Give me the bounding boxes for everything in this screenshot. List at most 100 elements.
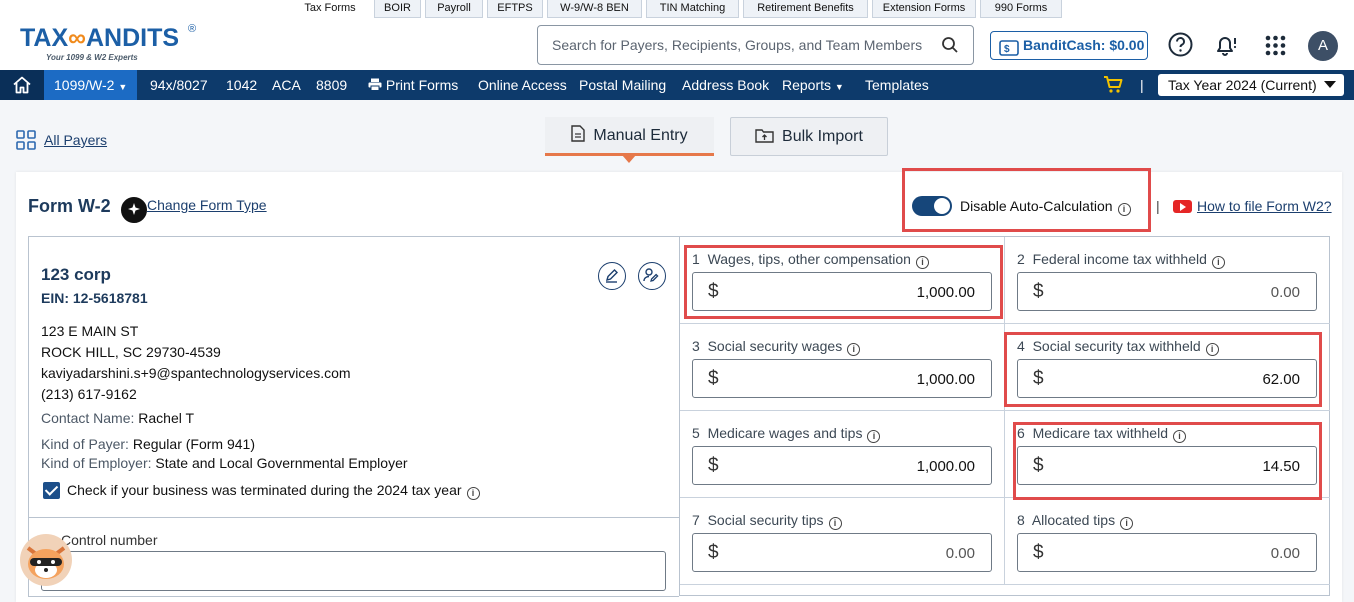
mascot-assistant-icon[interactable]: [20, 534, 72, 586]
tab-tax-forms[interactable]: Tax Forms: [296, 0, 364, 18]
info-icon[interactable]: i: [867, 430, 881, 443]
taxbandits-logo[interactable]: TAX∞ANDITS: [20, 24, 179, 53]
bulk-import-tab[interactable]: Bulk Import: [730, 117, 888, 156]
w2-boxes-grid: 1 Wages, tips, other compensation i $1,00…: [679, 236, 1330, 596]
main-nav: 1099/W-2 ▼ 94x/8027 1042 ACA 8809 Print …: [0, 70, 1354, 100]
box-7: 7 Social security tips i $0.00: [680, 498, 1005, 585]
payer-address-line2: ROCK HILL, SC 29730-4539: [41, 344, 221, 360]
tab-990-forms[interactable]: 990 Forms: [980, 0, 1062, 18]
nav-1042[interactable]: 1042: [226, 70, 257, 100]
dollar-icon: $: [1033, 281, 1044, 302]
info-icon[interactable]: i: [1117, 203, 1131, 216]
box-title: Wages, tips, other compensation: [707, 251, 911, 267]
cart-icon[interactable]: [1103, 76, 1123, 99]
tab-retirement-benefits[interactable]: Retirement Benefits: [743, 0, 868, 18]
box-5-input[interactable]: $1,000.00: [692, 446, 992, 485]
info-icon[interactable]: i: [915, 256, 929, 269]
nav-8809[interactable]: 8809: [316, 70, 347, 100]
box-7-input[interactable]: $0.00: [692, 533, 992, 572]
bandit-cash-label: BanditCash:: [1023, 37, 1106, 53]
tab-eftps[interactable]: EFTPS: [487, 0, 543, 18]
auto-calculation-toggle[interactable]: [912, 196, 952, 216]
edit-payer-button[interactable]: [598, 262, 626, 290]
search-icon[interactable]: [941, 36, 959, 59]
info-icon[interactable]: i: [1205, 343, 1219, 356]
control-number-label: Control number: [61, 532, 158, 548]
home-button[interactable]: [0, 70, 44, 100]
search-input[interactable]: [552, 35, 922, 55]
terminated-text: Check if your business was terminated du…: [67, 482, 462, 498]
how-to-file-link[interactable]: How to file Form W2?: [1197, 198, 1332, 214]
info-icon[interactable]: i: [1211, 256, 1225, 269]
info-icon[interactable]: i: [1172, 430, 1186, 443]
box-2-label: 2 Federal income tax withheld i: [1017, 251, 1225, 269]
logo-mask-icon: ∞: [68, 24, 86, 52]
dollar-icon: $: [708, 542, 719, 563]
payers-grid-icon: [16, 130, 37, 156]
nav-postal-mailing[interactable]: Postal Mailing: [579, 70, 666, 100]
box-number: 2: [1017, 251, 1025, 267]
nav-print-forms-label: Print Forms: [385, 77, 459, 93]
box-3: 3 Social security wages i $1,000.00: [680, 324, 1005, 411]
control-number-input[interactable]: [41, 551, 666, 591]
tab-payroll[interactable]: Payroll: [425, 0, 483, 18]
tab-boir[interactable]: BOIR: [374, 0, 421, 18]
box-3-input[interactable]: $1,000.00: [692, 359, 992, 398]
nav-address-book[interactable]: Address Book: [682, 70, 769, 100]
box-number: 7: [692, 512, 700, 528]
document-icon: [571, 125, 586, 142]
nav-online-access[interactable]: Online Access: [478, 70, 567, 100]
info-icon[interactable]: i: [1120, 517, 1134, 530]
assign-payer-button[interactable]: [638, 262, 666, 290]
box-value: 1,000.00: [916, 371, 975, 388]
box-3-label: 3 Social security wages i: [692, 338, 861, 356]
manual-entry-tab[interactable]: Manual Entry: [545, 117, 714, 163]
box-number: 3: [692, 338, 700, 354]
box-6-input[interactable]: $14.50: [1017, 446, 1317, 485]
box-title: Allocated tips: [1031, 512, 1116, 528]
info-icon[interactable]: i: [466, 487, 480, 500]
nav-templates[interactable]: Templates: [865, 70, 929, 100]
caret-down-icon: [1324, 81, 1336, 88]
tab-w9-w8ben[interactable]: W-9/W-8 BEN: [547, 0, 642, 18]
chat-assistant-icon[interactable]: [119, 195, 149, 225]
terminated-checkbox[interactable]: [43, 482, 60, 499]
nav-divider: |: [1140, 77, 1144, 93]
box-value: 1,000.00: [916, 284, 975, 301]
nav-aca[interactable]: ACA: [272, 70, 301, 100]
box-title: Social security tips: [707, 512, 824, 528]
bell-icon[interactable]: [1213, 32, 1239, 63]
grid-dots-icon[interactable]: [1265, 35, 1286, 61]
nav-reports[interactable]: Reports ▼: [782, 70, 844, 100]
kind-payer-value: Regular (Form 941): [132, 436, 255, 452]
nav-94x-8027[interactable]: 94x/8027: [150, 70, 208, 100]
logo-tagline: Your 1099 & W2 Experts: [46, 53, 138, 62]
box-number: 6: [1017, 425, 1025, 441]
app-header: TAX∞ANDITS ® Your 1099 & W2 Experts $ Ba…: [0, 18, 1354, 70]
user-avatar[interactable]: A: [1308, 31, 1338, 61]
help-circle-icon[interactable]: [1168, 32, 1193, 62]
youtube-icon[interactable]: [1173, 200, 1192, 213]
all-payers-link[interactable]: All Payers: [44, 132, 107, 148]
nav-1099-w2-label: 1099/W-2: [54, 77, 115, 93]
nav-1099-w2[interactable]: 1099/W-2 ▼: [44, 70, 138, 100]
dollar-icon: $: [1033, 368, 1044, 389]
payer-contact: Contact Name: Rachel T: [41, 410, 194, 426]
box-value: 1,000.00: [916, 458, 975, 475]
change-form-type-link[interactable]: Change Form Type: [147, 197, 267, 213]
box-6-label: 6 Medicare tax withheld i: [1017, 425, 1186, 443]
kind-payer-label: Kind of Payer:: [41, 436, 129, 452]
box-1-input[interactable]: $1,000.00: [692, 272, 992, 311]
box-value: 0.00: [1270, 284, 1300, 301]
tab-extension-forms[interactable]: Extension Forms: [872, 0, 976, 18]
tax-year-select[interactable]: Tax Year 2024 (Current): [1158, 74, 1344, 96]
tab-tin-matching[interactable]: TIN Matching: [646, 0, 739, 18]
nav-print-forms[interactable]: Print Forms: [368, 70, 458, 100]
bandit-cash-button[interactable]: $ BanditCash: $0.00: [990, 31, 1148, 60]
box-4-input[interactable]: $62.00: [1017, 359, 1317, 398]
info-icon[interactable]: i: [847, 343, 861, 356]
info-icon[interactable]: i: [828, 517, 842, 530]
svg-text:$: $: [1004, 44, 1010, 55]
box-8-input[interactable]: $0.00: [1017, 533, 1317, 572]
box-2-input[interactable]: $0.00: [1017, 272, 1317, 311]
